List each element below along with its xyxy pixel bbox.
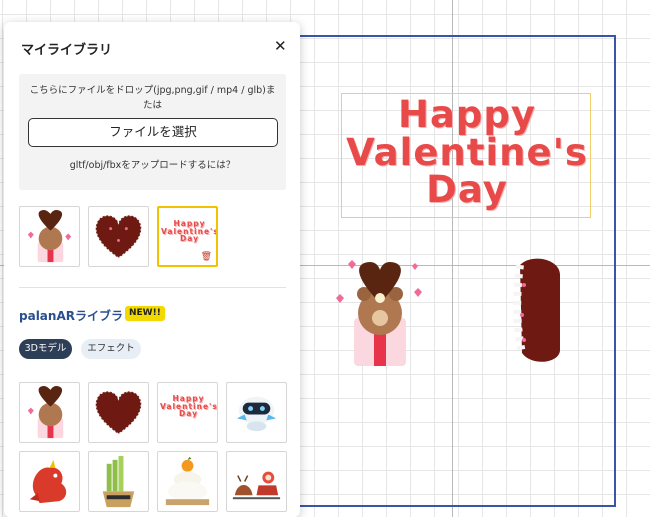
library-item-kagami-mochi[interactable] <box>157 451 218 512</box>
library-item-heart-cookie[interactable] <box>88 382 149 443</box>
thumb-text-line3: Day <box>180 234 199 244</box>
heart-cookie-object[interactable] <box>512 255 570 365</box>
my-library-panel: マイライブラリ ✕ こちらにファイルをドロップ(jpg,png,gif / mp… <box>4 22 300 517</box>
trash-icon[interactable]: 🗑 <box>201 252 212 262</box>
close-icon[interactable]: ✕ <box>274 37 287 55</box>
lib-thumb-text-line3: Day <box>179 409 198 419</box>
lib-thumb-valentine-text: Happy Valentine's Day <box>160 395 217 418</box>
library-item-red-dragon[interactable] <box>19 451 80 512</box>
thumb-valentine-text: Happy Valentine's Day <box>161 220 216 244</box>
my-library-item-valentine-text[interactable]: Happy Valentine's Day 🗑 <box>157 206 218 267</box>
valentine-text-object[interactable]: Happy Valentine's Day <box>341 93 591 218</box>
library-item-teddy-bear[interactable] <box>19 382 80 443</box>
tab-effect[interactable]: エフェクト <box>81 339 141 359</box>
panel-title: マイライブラリ <box>21 43 113 58</box>
tab-3d-model[interactable]: 3Dモデル <box>19 339 72 359</box>
library-item-robot[interactable] <box>226 382 287 443</box>
valentine-text-line3: Day <box>426 168 508 212</box>
select-file-button[interactable]: ファイルを選択 <box>28 118 278 147</box>
valentine-text-line1: Happy <box>397 93 537 136</box>
teddy-bear-object[interactable] <box>330 258 430 368</box>
library-item-santa-sleigh[interactable] <box>226 451 287 512</box>
file-drop-zone[interactable]: こちらにファイルをドロップ(jpg,png,gif / mp4 / glb)また… <box>19 74 286 190</box>
new-badge: NEW!! <box>125 306 165 321</box>
drop-instructions: こちらにファイルをドロップ(jpg,png,gif / mp4 / glb)また… <box>29 85 276 111</box>
valentine-text-content: Happy Valentine's Day <box>342 96 592 209</box>
my-library-item-heart-cookie[interactable] <box>88 206 149 267</box>
upload-help-link[interactable]: gltf/obj/fbxをアップロードするには？ <box>19 157 286 171</box>
my-library-item-teddy-bear[interactable] <box>19 206 80 267</box>
library-item-valentine-text[interactable]: Happy Valentine's Day <box>157 382 218 443</box>
library-item-kadomatsu[interactable] <box>88 451 149 512</box>
palanar-library-title: palanARライブラリ <box>19 309 135 323</box>
section-divider <box>19 287 286 288</box>
valentine-text-line2: Valentine's <box>346 130 588 174</box>
